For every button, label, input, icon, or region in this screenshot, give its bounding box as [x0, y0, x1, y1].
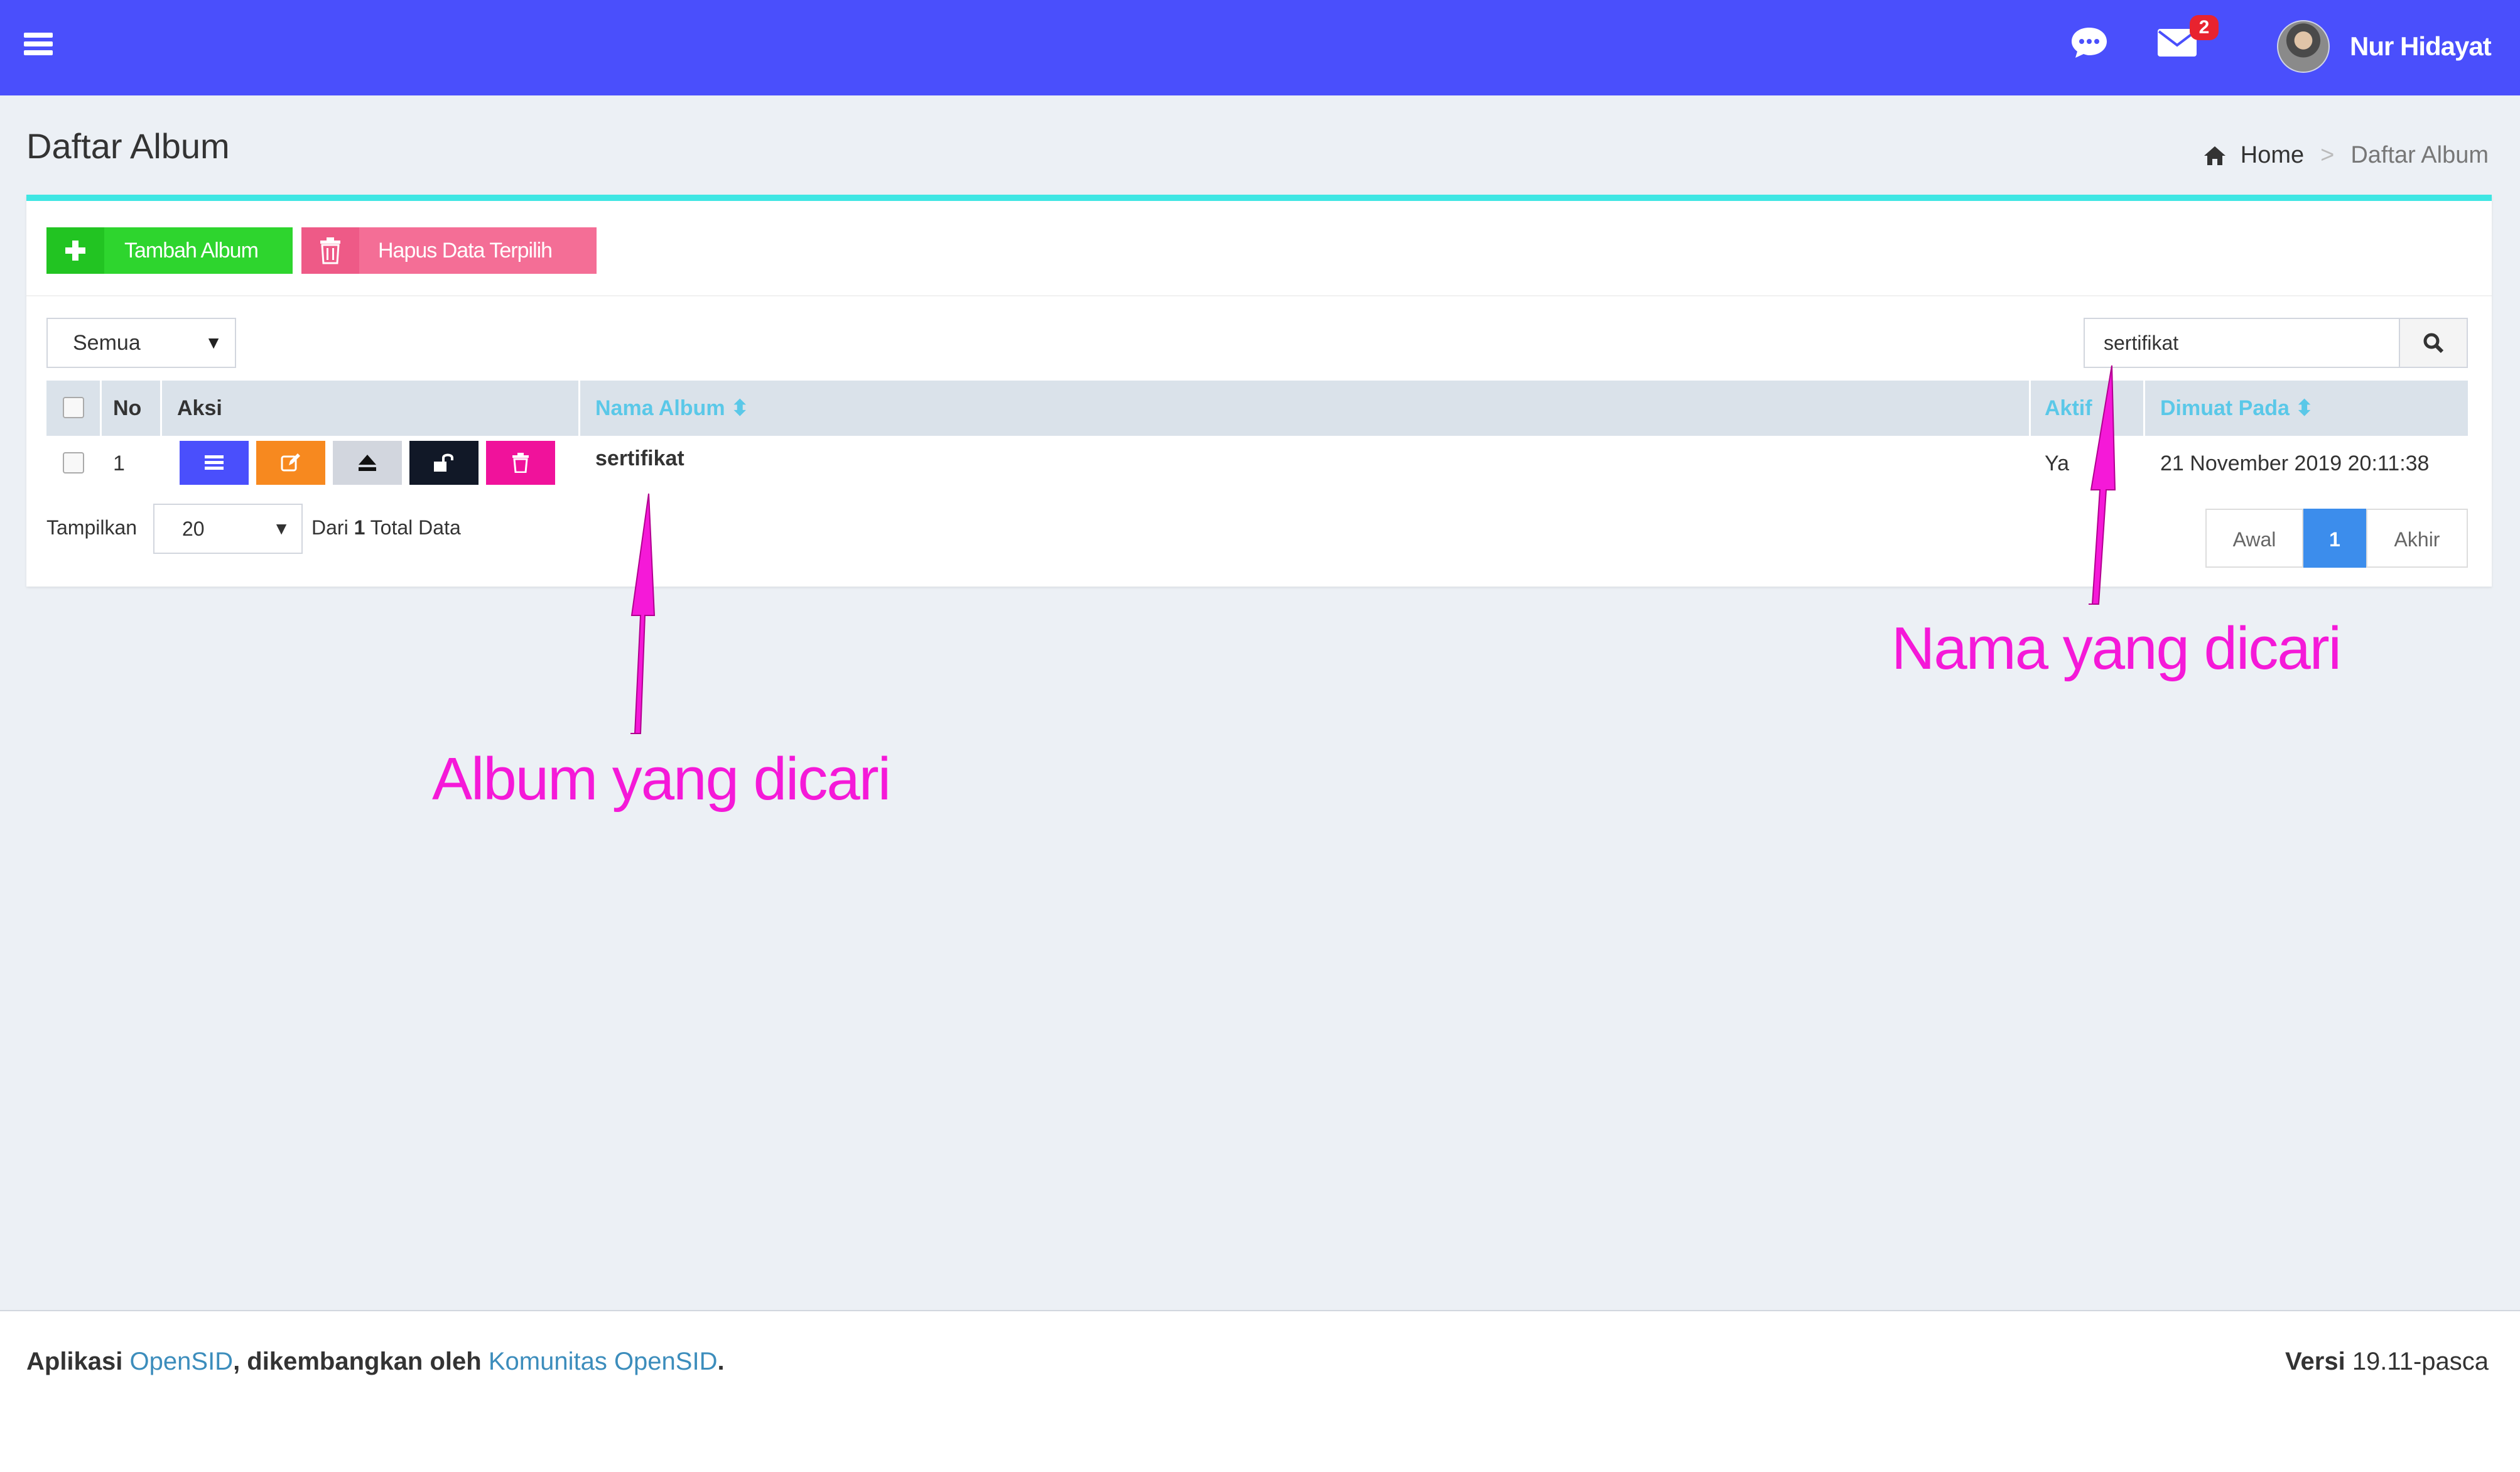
footer-prefix: Aplikasi	[26, 1348, 123, 1375]
arrow-album	[630, 493, 656, 734]
footer-middle: , dikembangkan oleh	[233, 1348, 482, 1375]
footer-version: Versi 19.11-pasca	[2285, 1348, 2489, 1376]
annotation-arrows	[630, 365, 2116, 734]
version-label: Versi	[2285, 1348, 2345, 1375]
community-link[interactable]: Komunitas OpenSID	[489, 1348, 718, 1375]
opensid-link[interactable]: OpenSID	[130, 1348, 234, 1375]
page-footer: Aplikasi OpenSID, dikembangkan oleh Komu…	[0, 1310, 2520, 1472]
footer-suffix: .	[717, 1348, 725, 1375]
annotation-nama: Nama yang dicari	[1891, 615, 2342, 682]
annotation-album: Album yang dicari	[432, 745, 891, 813]
version-number: 19.11-pasca	[2352, 1348, 2489, 1375]
arrow-nama	[2089, 365, 2116, 605]
footer-credits: Aplikasi OpenSID, dikembangkan oleh Komu…	[26, 1348, 725, 1376]
